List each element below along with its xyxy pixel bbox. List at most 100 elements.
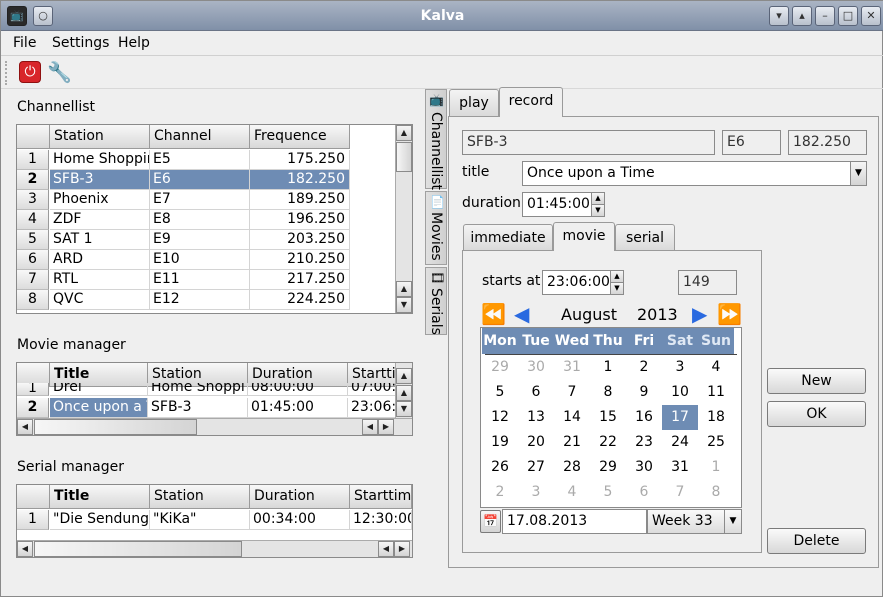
calendar-day[interactable]: 11	[698, 380, 734, 405]
calendar-day[interactable]: 2	[482, 480, 518, 505]
cell-station[interactable]: RTL	[50, 270, 150, 290]
duration-spinbox[interactable]: 01:45:00 ▲ ▼	[522, 192, 605, 217]
calendar-day[interactable]: 1	[698, 455, 734, 480]
calendar-day[interactable]: 28	[554, 455, 590, 480]
cell-duration[interactable]: 00:34:00	[250, 510, 350, 530]
scroll-left-icon[interactable]: ◀	[362, 419, 378, 435]
chevron-down-icon[interactable]: ▼	[724, 510, 741, 533]
cell-channel[interactable]: E11	[150, 270, 250, 290]
cell-frequence[interactable]: 189.250	[250, 190, 350, 210]
calendar-day[interactable]: 6	[518, 380, 554, 405]
spin-down-icon[interactable]: ▼	[591, 205, 604, 216]
calendar-day[interactable]: 7	[554, 380, 590, 405]
cell-channel[interactable]: E12	[150, 290, 250, 310]
tab-movie[interactable]: movie	[553, 222, 615, 251]
row-header[interactable]: 8	[17, 290, 49, 310]
column-header-station[interactable]: Station	[150, 485, 250, 509]
tab-serial[interactable]: serial	[615, 224, 675, 250]
next-year-icon[interactable]: ⏩	[717, 303, 742, 325]
tab-record[interactable]: record	[499, 87, 563, 117]
cell-frequence[interactable]: 182.250	[250, 170, 350, 190]
cell-title[interactable]: "Die Sendung r	[50, 510, 150, 530]
column-header-channel[interactable]: Channel	[150, 125, 250, 149]
cell-channel[interactable]: E8	[150, 210, 250, 230]
calendar-day[interactable]: 31	[662, 455, 698, 480]
cell-frequence[interactable]: 210.250	[250, 250, 350, 270]
calendar-day[interactable]: 2	[626, 355, 662, 380]
column-header-station[interactable]: Station	[50, 125, 150, 149]
calendar-day[interactable]: 21	[554, 430, 590, 455]
calendar-day[interactable]: 5	[482, 380, 518, 405]
calendar-day[interactable]: 27	[518, 455, 554, 480]
menu-file[interactable]: File	[13, 35, 36, 51]
calendar-day[interactable]: 8	[698, 480, 734, 505]
row-header[interactable]: 2	[17, 398, 49, 418]
maximize-icon[interactable]: □	[838, 6, 858, 26]
title-bar[interactable]: 📺 ○ Kalva ▾ ▴ – □ ✕	[1, 1, 883, 31]
cell-station[interactable]: ARD	[50, 250, 150, 270]
cell-title[interactable]: Drei	[50, 383, 148, 396]
spin-up-icon[interactable]: ▲	[591, 193, 604, 205]
calendar-year[interactable]: 2013	[637, 305, 678, 324]
cell-channel[interactable]: E7	[150, 190, 250, 210]
cell-channel[interactable]: E9	[150, 230, 250, 250]
ok-button[interactable]: OK	[767, 401, 866, 427]
cell-station[interactable]: Home Shoppi	[148, 383, 248, 396]
calendar-month[interactable]: August	[561, 305, 617, 324]
calendar-day[interactable]: 26	[482, 455, 518, 480]
tab-immediate[interactable]: immediate	[463, 224, 553, 250]
calendar-day[interactable]: 29	[482, 355, 518, 380]
calendar-day[interactable]: 12	[482, 405, 518, 430]
menu-settings[interactable]: Settings	[52, 35, 109, 51]
cell-frequence[interactable]: 196.250	[250, 210, 350, 230]
spin-down-icon[interactable]: ▼	[610, 283, 623, 294]
row-header[interactable]: 1	[17, 150, 49, 170]
calendar-day[interactable]: 4	[698, 355, 734, 380]
starts-at-spinbox[interactable]: 23:06:00 ▲ ▼	[542, 270, 624, 295]
calendar-day[interactable]: 9	[626, 380, 662, 405]
delete-button[interactable]: Delete	[767, 528, 866, 554]
calendar-day[interactable]: 8	[590, 380, 626, 405]
cell-starttime[interactable]: 07:00:	[348, 383, 398, 396]
scroll-left-icon[interactable]: ◀	[17, 419, 33, 435]
scroll-down-icon[interactable]: ▼	[396, 401, 412, 417]
scroll-left-icon[interactable]: ◀	[17, 541, 33, 557]
calendar-day[interactable]: 17	[662, 405, 698, 430]
cell-station[interactable]: Phoenix	[50, 190, 150, 210]
calendar-day[interactable]: 6	[626, 480, 662, 505]
cell-starttime[interactable]: 12:30:00	[350, 510, 412, 530]
cell-duration[interactable]: 08:00:00	[248, 383, 348, 396]
title-combobox[interactable]: Once upon a Time ▼	[522, 161, 867, 186]
scroll-down-icon[interactable]: ▼	[396, 297, 412, 313]
toolbar-handle[interactable]	[5, 61, 9, 85]
calendar-day[interactable]: 29	[590, 455, 626, 480]
shade-up-icon[interactable]: ▴	[792, 6, 812, 26]
calendar-day[interactable]: 31	[554, 355, 590, 380]
side-tab-channellist[interactable]: 📺 Channellist	[425, 89, 447, 190]
side-tab-serials[interactable]: 🎞 Serials	[425, 267, 447, 335]
movie-vscroll[interactable]: ▲ ▲ ▼	[395, 363, 412, 418]
scroll-up-icon[interactable]: ▲	[396, 368, 412, 384]
calendar-day[interactable]: 16	[626, 405, 662, 430]
calendar-day[interactable]: 20	[518, 430, 554, 455]
calendar-day[interactable]: 3	[662, 355, 698, 380]
scroll-thumb[interactable]	[396, 142, 412, 172]
scroll-up-icon[interactable]: ▲	[396, 281, 412, 297]
cell-channel[interactable]: E6	[150, 170, 250, 190]
row-header[interactable]: 1	[17, 383, 49, 396]
calendar-day[interactable]: 25	[698, 430, 734, 455]
calendar-day[interactable]: 4	[554, 480, 590, 505]
calendar-day[interactable]: 23	[626, 430, 662, 455]
cell-channel[interactable]: E10	[150, 250, 250, 270]
wrench-icon[interactable]: 🔧	[47, 60, 72, 84]
column-header-title[interactable]: Title	[50, 485, 150, 509]
calendar-grid[interactable]: Mon Tue Wed Thu Fri Sat Sun 29 30 31 1 2 3 4 5 6 7 8 9 10 11…	[480, 327, 742, 508]
calendar-day[interactable]: 30	[626, 455, 662, 480]
calendar-day[interactable]: 14	[554, 405, 590, 430]
calendar-day[interactable]: 13	[518, 405, 554, 430]
movie-hscroll[interactable]: ◀ ◀ ▶	[17, 418, 412, 435]
close-icon[interactable]: ✕	[861, 6, 881, 26]
cell-station[interactable]: "KiKa"	[150, 510, 250, 530]
cell-frequence[interactable]: 224.250	[250, 290, 350, 310]
scroll-right-icon[interactable]: ▶	[378, 419, 394, 435]
